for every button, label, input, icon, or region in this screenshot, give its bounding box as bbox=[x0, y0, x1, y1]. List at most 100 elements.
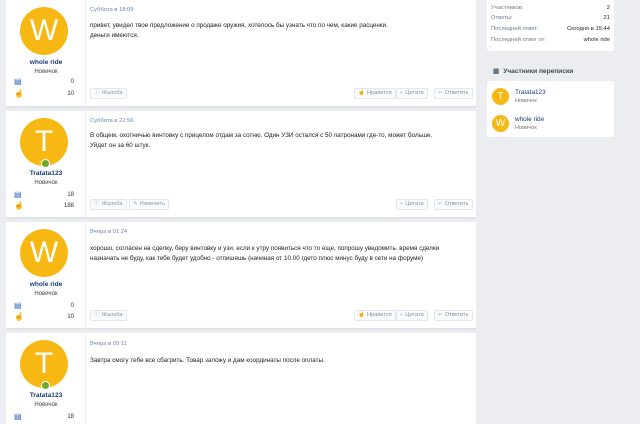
report-button[interactable]: ⓘ Жалоба bbox=[90, 310, 127, 321]
post-text: хорошо, согласен на сделку, беру винтовк… bbox=[90, 245, 440, 262]
report-icon: ⓘ bbox=[94, 201, 100, 207]
quote-button[interactable]: + Цитата bbox=[396, 88, 428, 99]
comments-icon: ▤ bbox=[14, 412, 22, 421]
participant-role: Новичок bbox=[515, 125, 537, 131]
post-author: W whole ride Новичок ▤ 0 ☝ 10 bbox=[6, 0, 86, 106]
likes-count: 188 bbox=[63, 203, 74, 209]
participant[interactable]: T Tratata123 Новичок bbox=[492, 88, 610, 108]
reply-button[interactable]: ↩ Ответить bbox=[434, 88, 473, 99]
participants-title: ▩ Участники переписки bbox=[493, 67, 573, 75]
post-body: Вчера в 01:24 хорошо, согласен на сделку… bbox=[90, 222, 473, 328]
likes-stat: ☝ 10 bbox=[14, 90, 78, 100]
stat-value[interactable]: Сегодня в 15:44 bbox=[567, 26, 610, 32]
thread-stats-card: Участников: 2 Ответы: 21 Последний ответ: С… bbox=[487, 0, 614, 51]
participants-card: T Tratata123 Новичок W whole ride Новичо… bbox=[487, 81, 614, 137]
comments-icon: ▤ bbox=[14, 190, 22, 199]
pencil-icon: ✎ bbox=[133, 201, 138, 207]
participant-role: Новичок bbox=[515, 98, 537, 104]
likes-count: 10 bbox=[67, 91, 74, 97]
reply-button[interactable]: ↩ Ответить bbox=[434, 310, 473, 321]
participant-name[interactable]: whole ride bbox=[515, 116, 544, 123]
post-author: W whole ride Новичок ▤ 0 ☝ 10 bbox=[6, 222, 86, 328]
comments-icon: ▤ bbox=[14, 77, 22, 86]
post-author: T Tratata123 Новичок ▤ 18 ☝ 188 bbox=[6, 111, 86, 217]
post-author: T Tratata123 Новичок ▤ 18 bbox=[6, 333, 86, 424]
report-button[interactable]: ⓘ Жалоба bbox=[90, 199, 127, 210]
author-role: Новичок bbox=[34, 180, 58, 186]
thumbs-up-icon: ☝ bbox=[14, 312, 24, 321]
reply-icon: ↩ bbox=[438, 312, 443, 318]
stat-row: Участников: 2 bbox=[491, 5, 610, 14]
reply-label: Ответить bbox=[444, 90, 469, 96]
post: T Tratata123 Новичок ▤ 18 Вчера в 09:11 … bbox=[6, 333, 476, 424]
participant[interactable]: W whole ride Новичок bbox=[492, 115, 610, 135]
post-date[interactable]: Вчера в 01:24 bbox=[90, 229, 127, 235]
plus-icon: + bbox=[400, 90, 404, 96]
post-text: привет, увидел твое предложение о продаж… bbox=[90, 22, 388, 39]
reply-button[interactable]: ↩ Ответить bbox=[434, 199, 473, 210]
post-body: Суббота в 22:56 В общем, охотничью винто… bbox=[90, 111, 473, 217]
report-icon: ⓘ bbox=[94, 90, 100, 96]
post-date[interactable]: Суббота в 22:56 bbox=[90, 118, 134, 124]
thumbs-up-icon: ☝ bbox=[358, 90, 365, 96]
stat-value: 21 bbox=[603, 15, 610, 21]
avatar[interactable]: T bbox=[492, 88, 509, 105]
author-name[interactable]: Tratata123 bbox=[6, 392, 86, 399]
messages-count: 18 bbox=[67, 192, 74, 198]
participants-title-text: Участники переписки bbox=[503, 68, 574, 75]
messages-count: 0 bbox=[70, 79, 74, 85]
post-text: Завтра смогу тебе все сбагрить. Товар за… bbox=[90, 357, 325, 364]
post-date[interactable]: Вчера в 09:11 bbox=[90, 341, 127, 347]
author-name[interactable]: Tratata123 bbox=[6, 170, 86, 177]
messages-stat: ▤ 0 bbox=[14, 78, 78, 88]
thumbs-up-icon: ☝ bbox=[14, 89, 24, 98]
messages-stat: ▤ 18 bbox=[14, 413, 78, 423]
likes-stat: ☝ 10 bbox=[14, 313, 78, 323]
author-role: Новичок bbox=[34, 402, 58, 408]
like-button[interactable]: ☝ Нравится bbox=[354, 310, 396, 321]
post-body: Суббота в 18:09 привет, увидел твое пред… bbox=[90, 0, 473, 106]
stat-value[interactable]: whole ride bbox=[584, 37, 610, 43]
online-indicator bbox=[41, 381, 50, 390]
online-indicator bbox=[41, 159, 50, 168]
post-body: Вчера в 09:11 Завтра смогу тебе все сбаг… bbox=[90, 333, 470, 424]
author-role: Новичок bbox=[34, 291, 58, 297]
post-actions: ⓘ Жалоба ☝ Нравится + Цитата ↩ Ответить bbox=[90, 310, 473, 321]
messages-stat: ▤ 0 bbox=[14, 302, 78, 312]
reply-icon: ↩ bbox=[438, 90, 443, 96]
avatar[interactable]: W bbox=[20, 7, 68, 55]
post: W whole ride Новичок ▤ 0 ☝ 10 Вчера в 01… bbox=[6, 222, 476, 330]
stat-label: Участников: bbox=[491, 5, 524, 11]
report-button[interactable]: ⓘ Жалоба bbox=[90, 88, 127, 99]
edit-button[interactable]: ✎ Изменить bbox=[129, 199, 169, 210]
quote-label: Цитата bbox=[405, 201, 424, 207]
author-name[interactable]: whole ride bbox=[6, 281, 86, 288]
participant-name[interactable]: Tratata123 bbox=[515, 89, 546, 96]
reply-icon: ↩ bbox=[438, 201, 443, 207]
stat-value: 2 bbox=[606, 5, 610, 11]
author-name[interactable]: whole ride bbox=[6, 59, 86, 66]
plus-icon: + bbox=[400, 201, 404, 207]
post-actions: ⓘ Жалоба ☝ Нравится + Цитата ↩ Ответить bbox=[90, 88, 473, 99]
messages-count: 0 bbox=[70, 303, 74, 309]
stat-label: Последний ответ: bbox=[491, 26, 539, 32]
reply-label: Ответить bbox=[444, 312, 469, 318]
quote-label: Цитата bbox=[405, 312, 424, 318]
quote-button[interactable]: + Цитата bbox=[396, 310, 428, 321]
post: T Tratata123 Новичок ▤ 18 ☝ 188 Суббота … bbox=[6, 111, 476, 219]
report-label: Жалоба bbox=[101, 90, 123, 96]
quote-button[interactable]: + Цитата bbox=[396, 199, 428, 210]
stat-label: Последний ответ от: bbox=[491, 37, 546, 43]
post-text: В общем, охотничью винтовку с прицелом о… bbox=[90, 132, 433, 149]
comments-icon: ▤ bbox=[14, 301, 22, 310]
reply-label: Ответить bbox=[444, 201, 469, 207]
messages-stat: ▤ 18 bbox=[14, 191, 78, 201]
report-label: Жалоба bbox=[101, 312, 123, 318]
like-button[interactable]: ☝ Нравится bbox=[354, 88, 396, 99]
post-date[interactable]: Суббота в 18:09 bbox=[90, 7, 134, 13]
likes-stat: ☝ 188 bbox=[14, 202, 78, 212]
plus-icon: + bbox=[400, 312, 404, 318]
avatar[interactable]: W bbox=[20, 229, 68, 277]
avatar[interactable]: W bbox=[492, 115, 509, 132]
stat-label: Ответы: bbox=[491, 15, 513, 21]
